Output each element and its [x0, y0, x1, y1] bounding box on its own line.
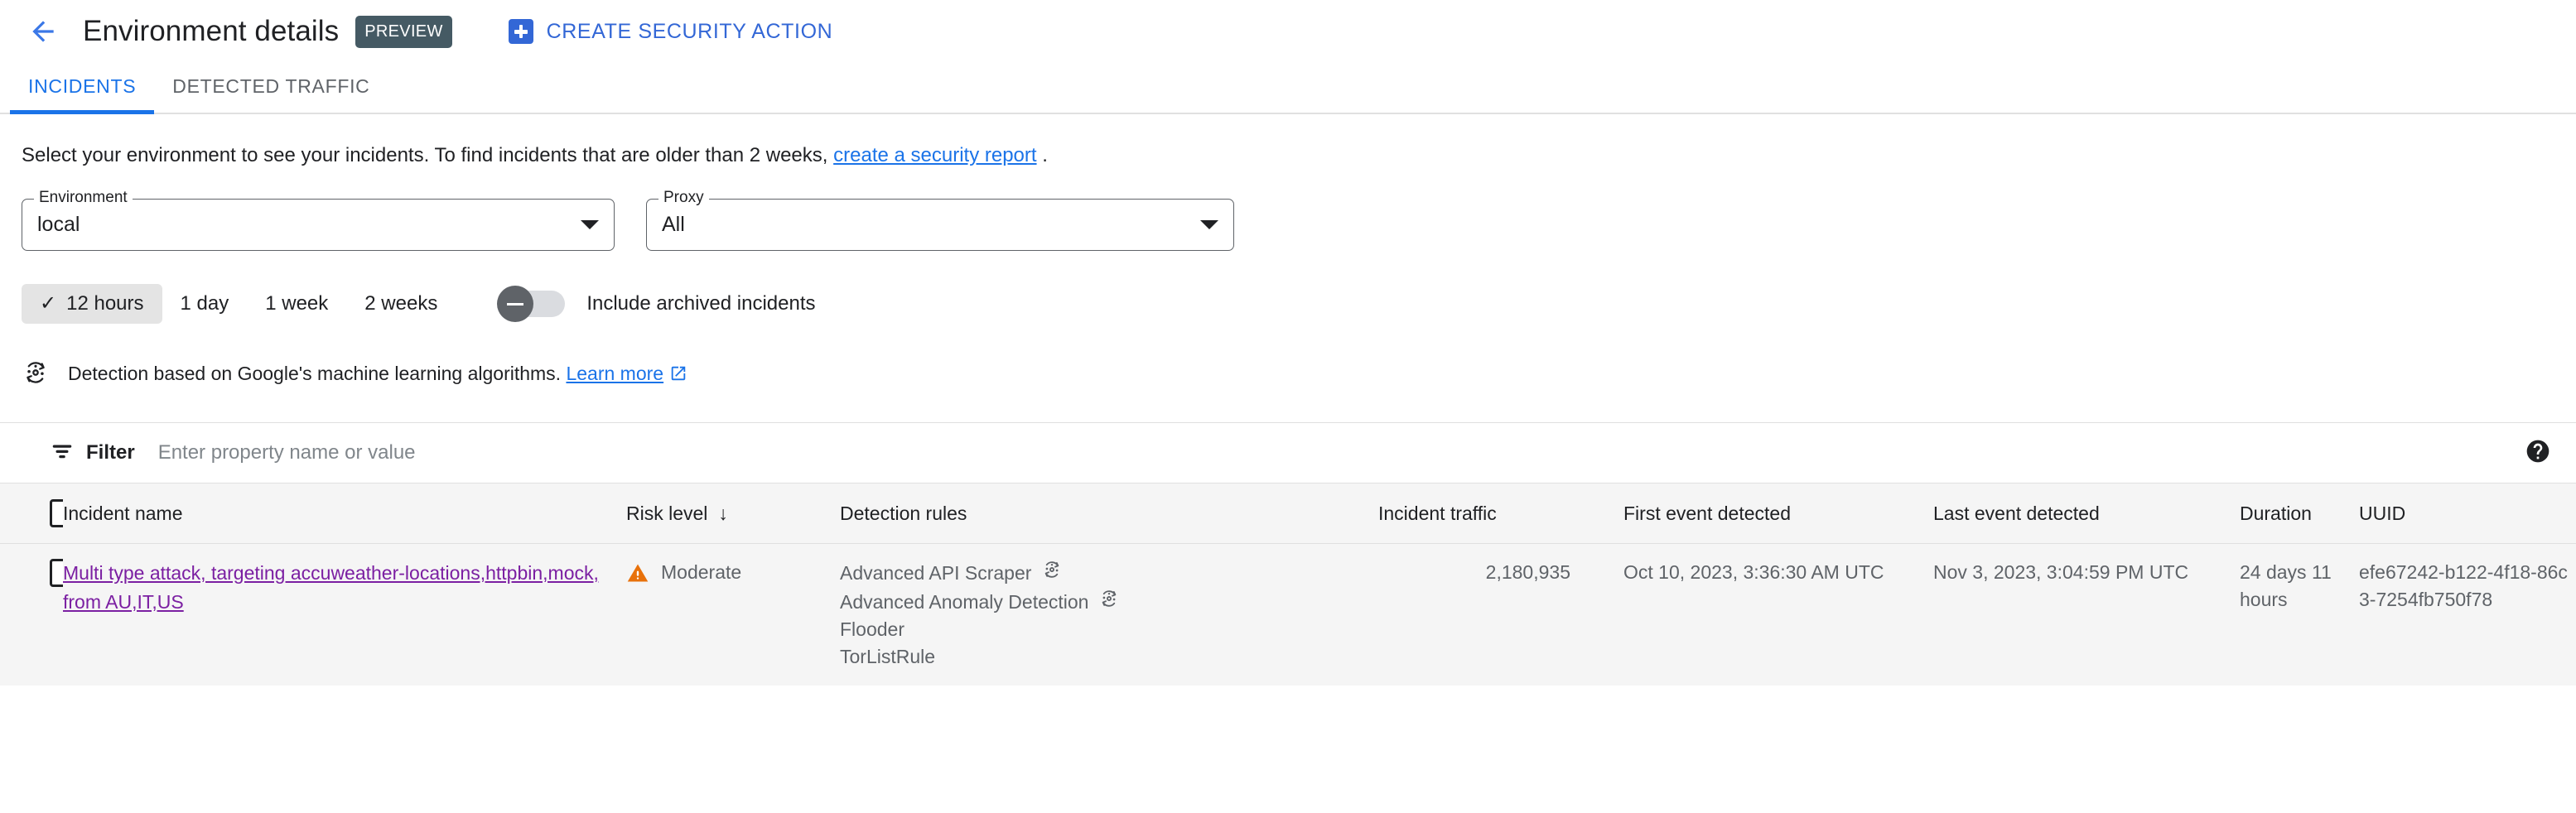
column-header-first-event-detected[interactable]: First event detected	[1604, 483, 1913, 544]
ml-detection-text-wrap: Detection based on Google's machine lear…	[68, 363, 687, 387]
tab-bar: INCIDENTS DETECTED TRAFFIC	[0, 63, 2576, 114]
column-header-duration[interactable]: Duration	[2220, 483, 2339, 544]
detection-rule-name: TorListRule	[840, 645, 936, 667]
select-all-header	[0, 483, 78, 544]
column-header-last-event-detected[interactable]: Last event detected	[1913, 483, 2220, 544]
description-before-link: Select your environment to see your inci…	[22, 144, 828, 166]
include-archived-toggle[interactable]: Include archived incidents	[497, 286, 816, 322]
ml-detection-icon	[1098, 588, 1120, 617]
range-label-2-weeks: 2 weeks	[364, 292, 438, 315]
range-button-2-weeks[interactable]: 2 weeks	[346, 284, 456, 324]
ml-detection-text: Detection based on Google's machine lear…	[68, 362, 562, 384]
tab-incidents[interactable]: INCIDENTS	[10, 75, 155, 114]
environment-value: local	[37, 213, 80, 236]
chevron-down-icon	[581, 220, 599, 229]
column-header-risk-level-label: Risk level	[626, 502, 708, 524]
time-range-row: ✓ 12 hours 1 day 1 week 2 weeks Include …	[0, 251, 2576, 324]
tab-detected-traffic[interactable]: DETECTED TRAFFIC	[154, 75, 388, 113]
column-header-incident-name[interactable]: Incident name	[63, 483, 626, 544]
column-header-risk-level[interactable]: Risk level ↓	[626, 483, 840, 544]
proxy-select[interactable]: Proxy All	[646, 190, 1234, 251]
open-in-new-icon	[669, 365, 687, 387]
sort-descending-icon: ↓	[712, 502, 728, 524]
ml-detection-icon	[1041, 559, 1063, 588]
cell-last-event-detected: Nov 3, 2023, 3:04:59 PM UTC	[1913, 543, 2220, 686]
filter-label: Filter	[86, 441, 135, 464]
row-select-cell	[0, 543, 78, 686]
cell-incident-name: Multi type attack, targeting accuweather…	[63, 543, 626, 686]
cell-incident-traffic: 2,180,935	[1378, 543, 1604, 686]
filter-bar: Filter	[0, 422, 2576, 483]
detection-rule-name: Flooder	[840, 618, 904, 641]
range-label-1-day: 1 day	[180, 292, 229, 315]
page-header: Environment details PREVIEW CREATE SECUR…	[0, 0, 2576, 63]
cell-first-event-detected: Oct 10, 2023, 3:36:30 AM UTC	[1604, 543, 1913, 686]
cell-detection-rules: Advanced API Scraper Advanced Anomaly De…	[840, 543, 1378, 686]
table-row[interactable]: Multi type attack, targeting accuweather…	[0, 543, 2576, 686]
create-security-report-link[interactable]: create a security report	[833, 144, 1036, 166]
proxy-label: Proxy	[658, 190, 709, 205]
preview-badge: PREVIEW	[355, 15, 452, 48]
filter-icon[interactable]	[50, 439, 75, 468]
range-button-1-day[interactable]: 1 day	[162, 284, 248, 324]
ml-detection-note: Detection based on Google's machine lear…	[0, 324, 2576, 391]
detection-rule-item: TorListRule	[840, 643, 1378, 671]
ml-detection-icon	[22, 358, 50, 391]
create-security-action-label: CREATE SECURITY ACTION	[546, 19, 833, 43]
detection-rule-name: Advanced API Scraper	[840, 562, 1032, 584]
table-body: Multi type attack, targeting accuweather…	[0, 543, 2576, 686]
cell-risk-level: Moderate	[626, 543, 840, 686]
description-after-link: .	[1042, 144, 1048, 166]
toggle-knob-icon	[497, 286, 534, 322]
range-button-1-week[interactable]: 1 week	[247, 284, 346, 324]
column-header-detection-rules[interactable]: Detection rules	[840, 483, 1378, 544]
back-button[interactable]	[22, 10, 65, 53]
toggle-switch[interactable]	[497, 286, 566, 322]
range-label-12-hours: 12 hours	[66, 292, 144, 315]
incident-name-link[interactable]: Multi type attack, targeting accuweather…	[63, 562, 599, 613]
environment-select[interactable]: Environment local	[22, 190, 615, 251]
detection-rule-item: Advanced Anomaly Detection	[840, 588, 1378, 617]
range-label-1-week: 1 week	[265, 292, 329, 315]
description-text: Select your environment to see your inci…	[0, 114, 2576, 167]
detection-rule-item: Flooder	[840, 616, 1378, 643]
table-header-row: Incident name Risk level ↓ Detection rul…	[0, 483, 2576, 544]
column-header-uuid[interactable]: UUID	[2339, 483, 2576, 544]
cell-duration: 24 days 11 hours	[2220, 543, 2339, 686]
column-header-incident-traffic[interactable]: Incident traffic	[1378, 483, 1604, 544]
check-icon: ✓	[40, 292, 57, 315]
create-security-action-button[interactable]: CREATE SECURITY ACTION	[508, 19, 833, 44]
chevron-down-icon	[1200, 220, 1218, 229]
cell-uuid: efe67242-b122-4f18-86c3-7254fb750f78	[2339, 543, 2576, 686]
page-title: Environment details	[83, 15, 340, 47]
detection-rule-name: Advanced Anomaly Detection	[840, 590, 1089, 613]
help-icon[interactable]	[2525, 438, 2551, 469]
risk-level-text: Moderate	[661, 561, 742, 583]
filter-input[interactable]	[156, 440, 2525, 465]
add-box-icon	[508, 19, 533, 44]
arrow-back-icon	[27, 16, 59, 47]
include-archived-label: Include archived incidents	[586, 292, 816, 315]
table-header: Incident name Risk level ↓ Detection rul…	[0, 483, 2576, 544]
environment-label: Environment	[34, 190, 133, 205]
learn-more-link[interactable]: Learn more	[566, 363, 663, 384]
warning-triangle-icon	[626, 561, 649, 592]
detection-rule-item: Advanced API Scraper	[840, 559, 1378, 588]
proxy-value: All	[662, 213, 685, 236]
range-button-12-hours[interactable]: ✓ 12 hours	[22, 284, 162, 324]
filter-selects-row: Environment local Proxy All	[0, 167, 2576, 251]
incidents-table: Incident name Risk level ↓ Detection rul…	[0, 483, 2576, 686]
